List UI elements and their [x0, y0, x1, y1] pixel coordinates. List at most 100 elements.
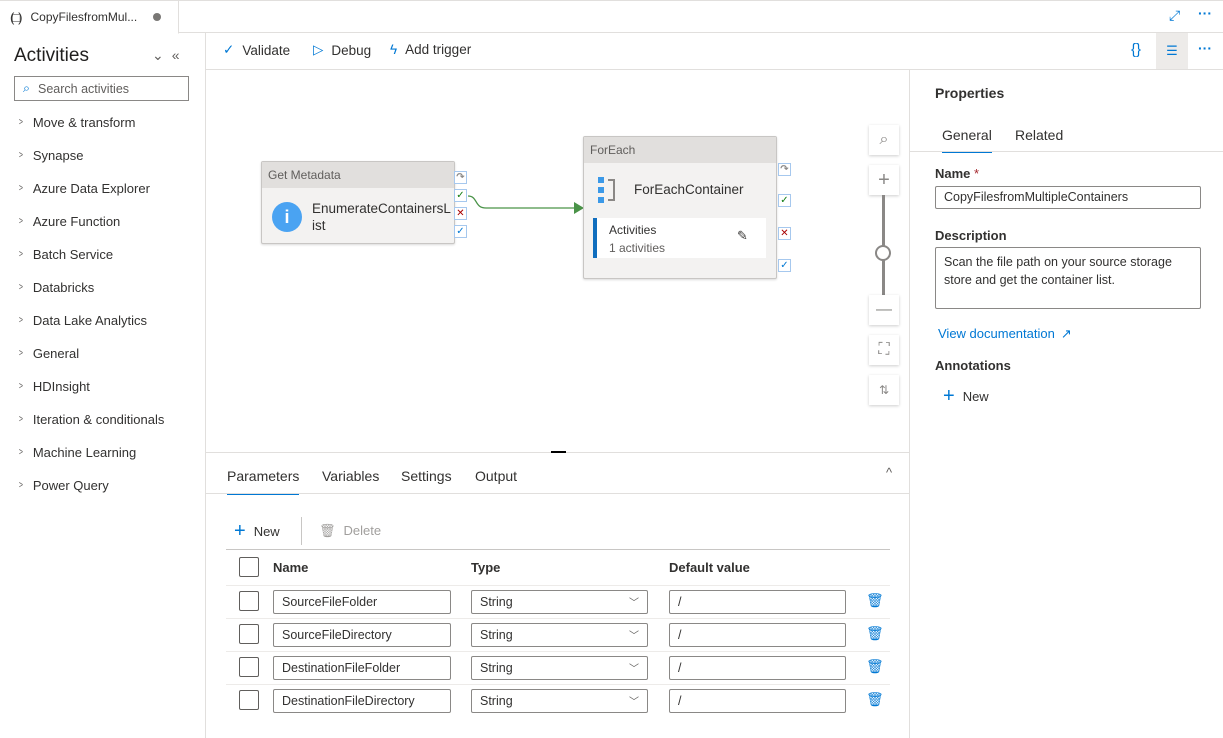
- plus-icon: +: [943, 385, 955, 407]
- trash-icon[interactable]: 🗑: [866, 658, 884, 675]
- activity-category[interactable]: > Machine Learning: [18, 445, 136, 460]
- activity-category[interactable]: > Data Lake Analytics: [18, 313, 147, 328]
- category-label: Batch Service: [32, 247, 114, 262]
- unsaved-dot-icon: [153, 13, 162, 21]
- collapse-all-icon[interactable]: ⌄: [152, 47, 172, 63]
- zoom-in-button[interactable]: +: [869, 165, 899, 195]
- tab-settings[interactable]: Settings: [401, 468, 452, 484]
- parameter-type-select[interactable]: String ﹀: [471, 623, 648, 647]
- external-link-icon: ↗: [1060, 326, 1072, 341]
- default-value-input[interactable]: /: [669, 590, 846, 614]
- trash-icon[interactable]: 🗑: [866, 691, 884, 708]
- fit-to-screen-button[interactable]: ⛶: [869, 335, 899, 365]
- failure-port-icon[interactable]: ✕: [778, 227, 791, 240]
- parameter-type-select[interactable]: String ﹀: [471, 656, 648, 680]
- new-parameter-button[interactable]: + New: [234, 520, 280, 543]
- chevron-down-icon: ﹀: [629, 664, 639, 675]
- default-value-input[interactable]: /: [669, 656, 846, 680]
- parameter-name-input[interactable]: SourceFileDirectory: [273, 623, 451, 647]
- more-icon[interactable]: ···: [1198, 40, 1212, 56]
- activity-category[interactable]: > Azure Data Explorer: [18, 181, 150, 196]
- trash-icon[interactable]: 🗑: [866, 592, 884, 609]
- activity-category[interactable]: > Azure Function: [18, 214, 120, 229]
- auto-align-button[interactable]: ⇅: [869, 375, 899, 405]
- type-value: String: [480, 595, 513, 609]
- skip-port-icon[interactable]: ↷: [778, 163, 791, 176]
- expand-icon[interactable]: ⤢: [1169, 7, 1180, 24]
- category-label: Azure Function: [32, 214, 121, 229]
- bottom-panel: Parameters Variables Settings Output ^ +…: [206, 451, 909, 738]
- activity-name-line1: EnumerateContainersL: [312, 201, 451, 216]
- edit-pencil-icon[interactable]: ✎: [737, 228, 748, 244]
- trash-icon[interactable]: 🗑: [866, 625, 884, 642]
- collapse-panel-icon[interactable]: ^: [886, 465, 892, 480]
- pipeline-canvas[interactable]: Get Metadata i EnumerateContainersL ist …: [206, 70, 909, 452]
- activity-category[interactable]: > Iteration & conditionals: [18, 412, 164, 427]
- pipeline-tab[interactable]: (□) CopyFilesfromMul...: [0, 1, 179, 34]
- inner-activities-box[interactable]: Activities 1 activities ✎: [593, 218, 766, 258]
- completion-port-icon[interactable]: ✓: [778, 259, 791, 272]
- inner-activities-label: Activities: [609, 223, 657, 237]
- view-documentation-link[interactable]: View documentation ↗: [938, 326, 1072, 342]
- activity-category[interactable]: > Synapse: [18, 148, 84, 163]
- zoom-out-button[interactable]: —: [869, 295, 899, 325]
- row-checkbox[interactable]: [239, 624, 259, 644]
- more-icon[interactable]: ···: [1198, 5, 1212, 21]
- debug-button[interactable]: ▷ Debug: [313, 42, 371, 58]
- activity-category[interactable]: > Databricks: [18, 280, 94, 295]
- resize-handle[interactable]: [551, 451, 566, 453]
- canvas-search-button[interactable]: ⌕: [869, 125, 899, 155]
- search-input[interactable]: ⌕ Search activities: [14, 76, 189, 101]
- validate-button[interactable]: ✓ Validate: [223, 42, 290, 58]
- check-icon: ✓: [223, 42, 235, 57]
- success-port-icon[interactable]: ✓: [454, 189, 467, 202]
- code-icon[interactable]: {}: [1131, 41, 1141, 58]
- select-all-checkbox[interactable]: [239, 557, 259, 577]
- tab-variables[interactable]: Variables: [322, 468, 379, 484]
- failure-port-icon[interactable]: ✕: [454, 207, 467, 220]
- delete-label: Delete: [343, 523, 382, 538]
- new-annotation-button[interactable]: + New: [943, 385, 989, 408]
- row-checkbox[interactable]: [239, 690, 259, 710]
- foreach-activity[interactable]: ForEach ForEachContainer Activities 1 ac…: [583, 136, 777, 279]
- properties-toggle-button[interactable]: ☰: [1156, 33, 1188, 69]
- parameter-name-input[interactable]: DestinationFileFolder: [273, 656, 451, 680]
- description-textarea[interactable]: Scan the file path on your source storag…: [935, 247, 1201, 309]
- category-label: General: [32, 346, 80, 361]
- skip-port-icon[interactable]: ↷: [454, 171, 467, 184]
- parameter-type-select[interactable]: String ﹀: [471, 689, 648, 713]
- validate-label: Validate: [242, 42, 291, 58]
- parameter-name-input[interactable]: DestinationFileDirectory: [273, 689, 451, 713]
- activity-category[interactable]: > Batch Service: [18, 247, 113, 262]
- default-value-input[interactable]: /: [669, 623, 846, 647]
- default-value-input[interactable]: /: [669, 689, 846, 713]
- chevron-right-icon: >: [18, 348, 23, 359]
- plus-icon: +: [234, 520, 246, 542]
- activity-category[interactable]: > Move & transform: [18, 115, 136, 130]
- parameter-type-select[interactable]: String ﹀: [471, 590, 648, 614]
- success-port-icon[interactable]: ✓: [778, 194, 791, 207]
- tab-output[interactable]: Output: [475, 468, 517, 484]
- view-doc-label: View documentation: [938, 326, 1055, 341]
- activity-category[interactable]: > Power Query: [18, 478, 109, 493]
- zoom-slider-thumb[interactable]: [875, 245, 891, 261]
- collapse-sidebar-icon[interactable]: «: [172, 47, 188, 63]
- get-metadata-activity[interactable]: Get Metadata i EnumerateContainersL ist: [261, 161, 455, 244]
- name-input[interactable]: CopyFilesfromMultipleContainers: [935, 186, 1201, 209]
- row-checkbox[interactable]: [239, 657, 259, 677]
- parameter-name-input[interactable]: SourceFileFolder: [273, 590, 451, 614]
- add-trigger-button[interactable]: ϟ Add trigger: [390, 42, 471, 57]
- activity-category[interactable]: > HDInsight: [18, 379, 90, 394]
- tab-parameters[interactable]: Parameters: [227, 468, 300, 495]
- tab-related[interactable]: Related: [1015, 127, 1063, 143]
- type-value: String: [480, 628, 513, 642]
- delete-parameter-button[interactable]: 🗑 Delete: [319, 523, 381, 539]
- chevron-right-icon: >: [18, 282, 23, 293]
- activity-category[interactable]: > General: [18, 346, 79, 361]
- tab-general[interactable]: General: [942, 127, 992, 153]
- toolbar: ✓ Validate ▷ Debug ϟ Add trigger {} ☰ ···: [206, 33, 1223, 70]
- table-row: DestinationFileDirectory String ﹀ / 🗑: [226, 684, 890, 717]
- completion-port-icon[interactable]: ✓: [454, 225, 467, 238]
- pipeline-tab-title: CopyFilesfromMul...: [30, 10, 138, 24]
- row-checkbox[interactable]: [239, 591, 259, 611]
